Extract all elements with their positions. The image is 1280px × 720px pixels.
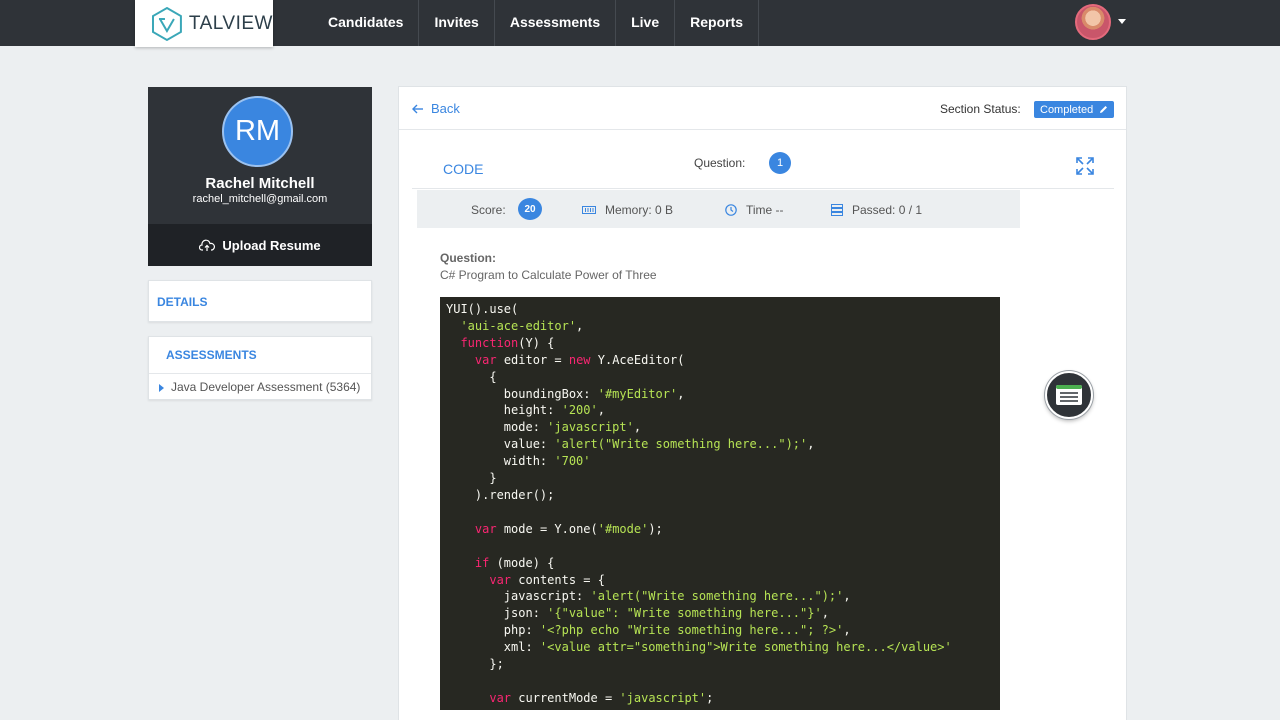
main-panel: Back Section Status: Completed CODE Ques… <box>398 86 1127 720</box>
nav-reports[interactable]: Reports <box>675 0 760 46</box>
code-line: var editor = new Y.AceEditor( <box>474 352 685 367</box>
candidate-profile-card: RM Rachel Mitchell rachel_mitchell@gmail… <box>148 87 372 266</box>
code-line: boundingBox: '#myEditor', <box>446 386 685 401</box>
code-editor[interactable]: YUI().use( 'aui-ace-editor', function(Y)… <box>440 297 1000 710</box>
panel-header: Back Section Status: Completed <box>399 87 1126 130</box>
memory-stat: Memory: 0 B <box>582 203 673 217</box>
arrow-left-icon <box>412 104 423 113</box>
nav-invites[interactable]: Invites <box>419 0 495 46</box>
code-line: }; <box>446 657 504 672</box>
back-label: Back <box>431 101 460 116</box>
cloud-upload-icon <box>199 239 216 251</box>
details-label: DETAILS <box>157 295 208 309</box>
passed-stat: Passed: 0 / 1 <box>831 203 922 217</box>
upload-resume-label: Upload Resume <box>222 237 321 253</box>
test-cases-icon <box>831 204 843 216</box>
top-navbar: TALVIEW Candidates Invites Assessments L… <box>0 0 1280 47</box>
code-line: value: 'alert("Write something here...")… <box>446 437 815 452</box>
code-line: xml: '<value attr="something">Write some… <box>446 640 952 655</box>
candidate-email: rachel_mitchell@gmail.com <box>192 193 328 205</box>
nav-live[interactable]: Live <box>616 0 676 46</box>
talview-logo-icon <box>151 6 182 41</box>
code-line: var contents = { <box>489 572 605 587</box>
caret-right-icon <box>159 384 164 392</box>
passed-value: Passed: 0 / 1 <box>852 203 923 217</box>
code-line: var mode = Y.one('#mode'); <box>474 521 663 536</box>
nav-assessments[interactable]: Assessments <box>495 0 617 46</box>
clock-icon <box>725 204 737 216</box>
talview-logo[interactable]: TALVIEW <box>135 0 273 47</box>
time-value: Time -- <box>746 203 784 217</box>
code-line: php: '<?php echo "Write something here..… <box>446 623 851 638</box>
section-status-label: Section Status: <box>940 102 1021 116</box>
status-badge[interactable]: Completed <box>1034 101 1115 118</box>
score-badge: 20 <box>518 198 542 220</box>
assessment-item-label: Java Developer Assessment (5364) <box>171 380 361 394</box>
code-line: { <box>446 369 497 384</box>
code-line: YUI().use( <box>446 302 519 316</box>
code-line: if (mode) { <box>474 555 555 570</box>
brand-name: TALVIEW <box>188 12 273 34</box>
assessments-label[interactable]: ASSESSMENTS <box>166 348 257 362</box>
code-line: ).render(); <box>446 487 555 502</box>
assessment-item[interactable]: Java Developer Assessment (5364) <box>149 373 371 400</box>
divider <box>412 188 1114 189</box>
time-stat: Time -- <box>725 203 784 217</box>
details-card[interactable]: DETAILS <box>148 280 372 322</box>
question-text: C# Program to Calculate Power of Three <box>440 268 657 282</box>
code-line: javascript: 'alert("Write something here… <box>446 589 851 604</box>
question-heading: Question: <box>440 251 496 265</box>
pencil-icon <box>1100 106 1108 113</box>
code-line: 'aui-ace-editor', <box>460 318 584 333</box>
score-label: Score: <box>471 203 506 217</box>
main-nav: Candidates Invites Assessments Live Repo… <box>313 0 760 46</box>
question-number-badge[interactable]: 1 <box>769 152 791 174</box>
expand-icon[interactable] <box>1076 157 1094 175</box>
section-type-title: CODE <box>443 161 484 177</box>
code-line: function(Y) { <box>460 335 555 350</box>
memory-value: Memory: 0 B <box>605 203 674 217</box>
assessments-card: ASSESSMENTS Java Developer Assessment (5… <box>148 336 372 400</box>
candidate-name: Rachel Mitchell <box>205 175 315 192</box>
back-button[interactable]: Back <box>412 101 460 116</box>
question-label: Question: <box>694 156 746 170</box>
code-line: json: '{"value": "Write something here..… <box>446 606 829 621</box>
code-line: var currentMode = 'javascript'; <box>489 690 714 705</box>
upload-resume-button[interactable]: Upload Resume <box>148 224 372 266</box>
code-line: width: '700' <box>446 454 591 469</box>
status-value: Completed <box>1040 103 1094 116</box>
code-line: mode: 'javascript', <box>446 420 642 435</box>
nav-candidates[interactable]: Candidates <box>313 0 420 46</box>
code-line: height: '200', <box>446 403 605 418</box>
candidate-avatar: RM <box>222 96 293 167</box>
code-content: YUI().use( 'aui-ace-editor', function(Y)… <box>446 301 1000 707</box>
code-line: } <box>446 471 497 486</box>
memory-icon <box>582 206 596 214</box>
user-avatar[interactable] <box>1075 4 1111 40</box>
caret-down-icon[interactable] <box>1118 19 1126 24</box>
stats-bar: Score: 20 Memory: 0 B Time -- Passed: 0 <box>417 190 1020 228</box>
console-icon <box>1056 385 1082 405</box>
console-toggle-button[interactable] <box>1045 371 1093 419</box>
